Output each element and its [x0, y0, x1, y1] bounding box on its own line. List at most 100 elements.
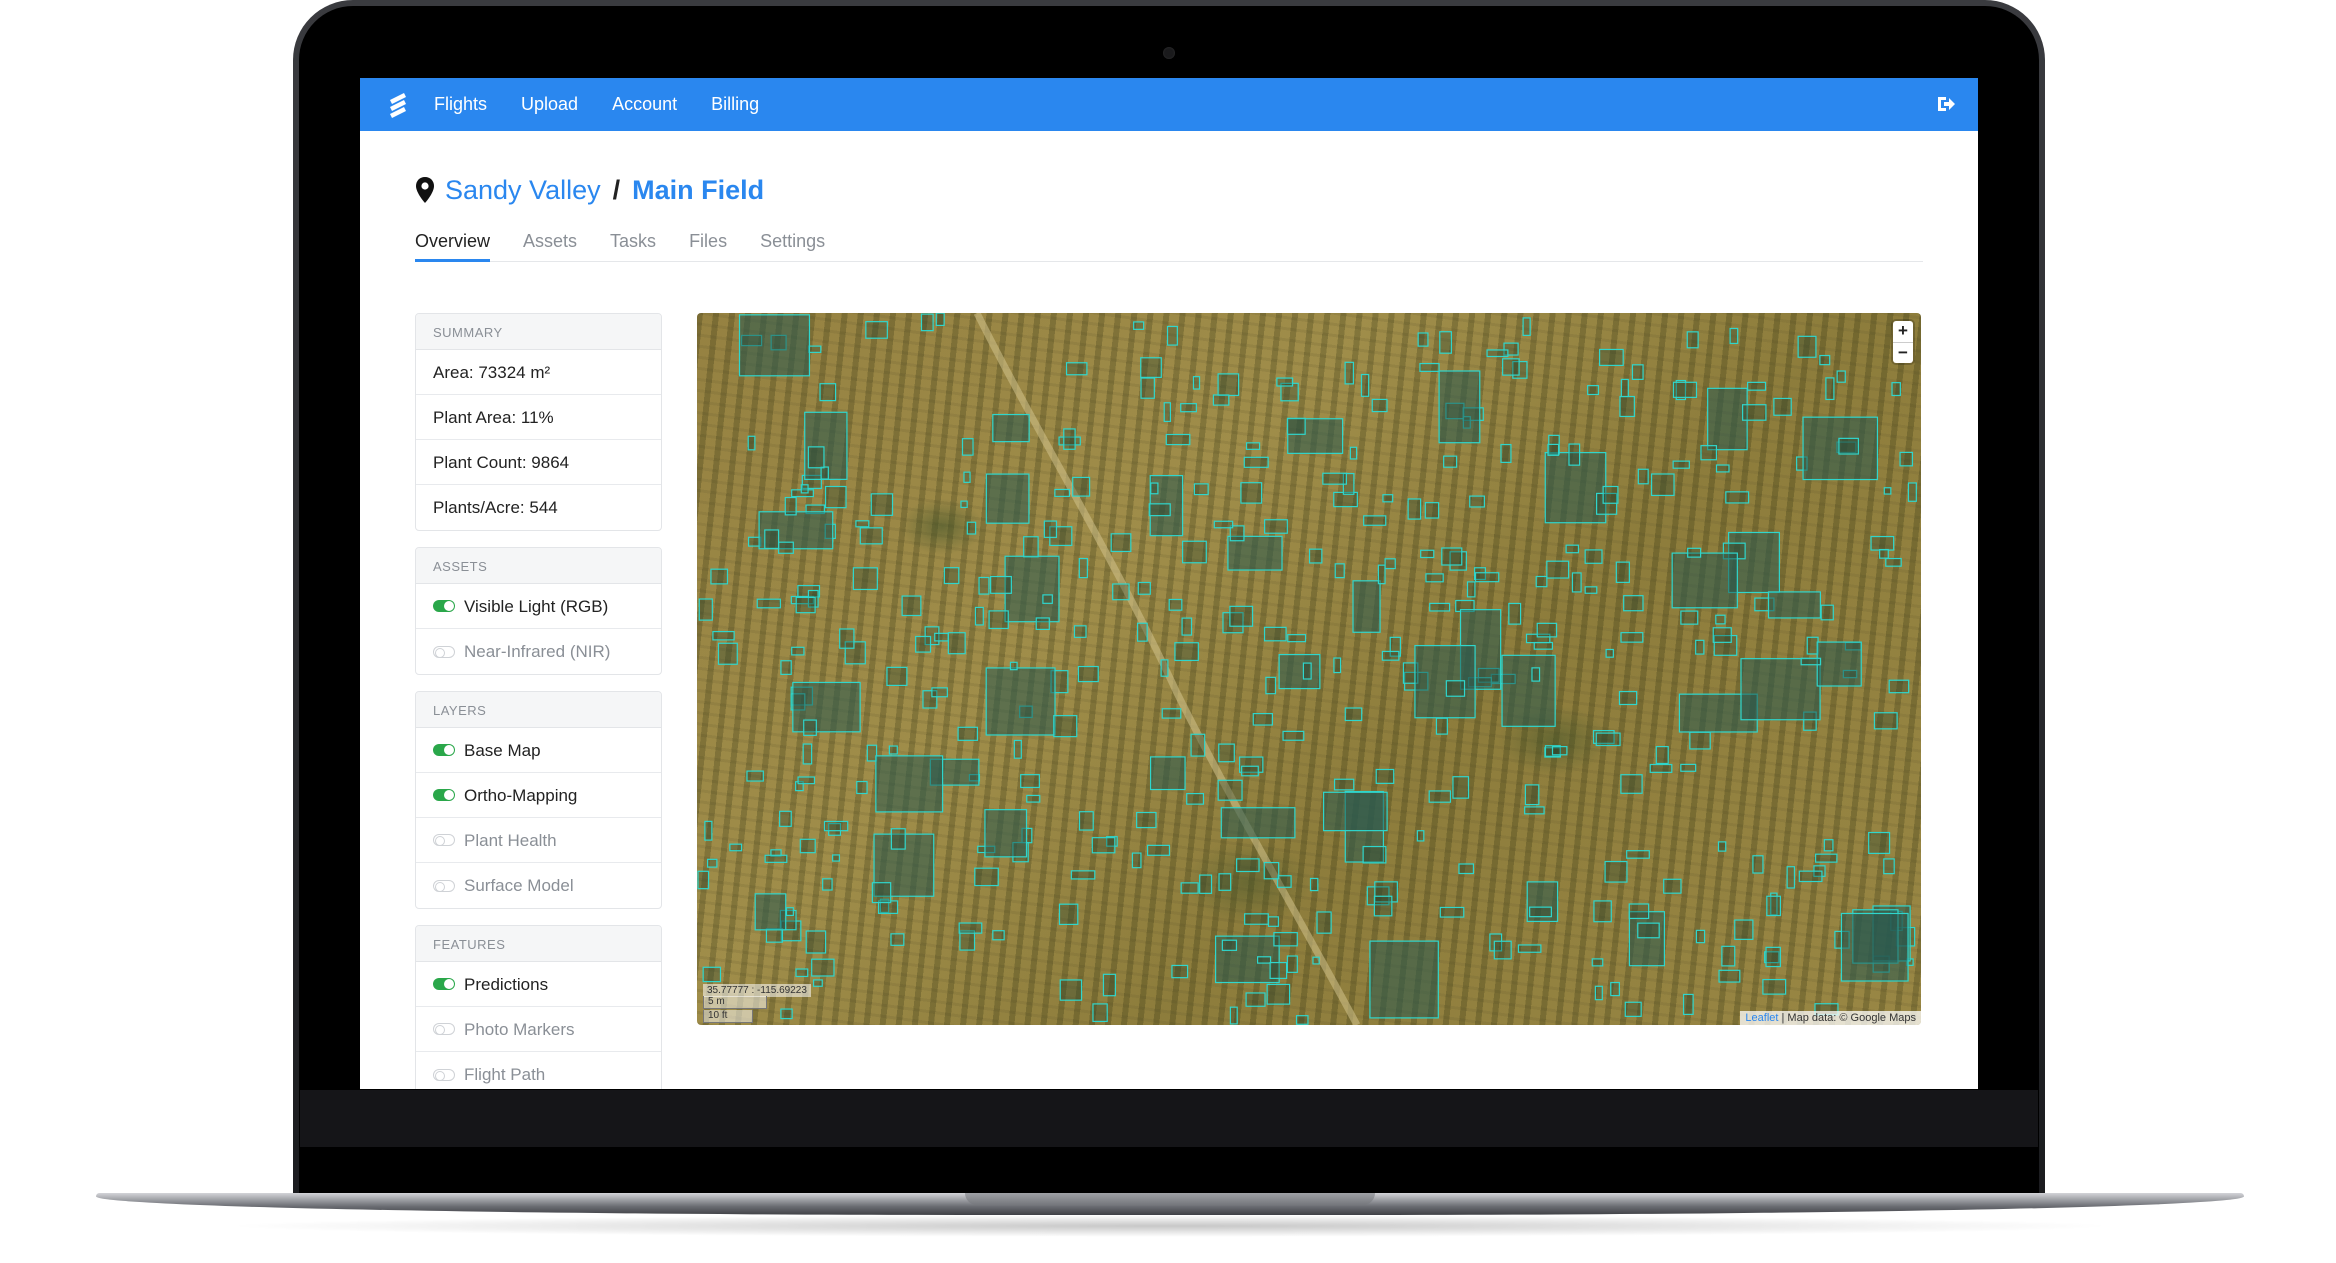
plant-canopy: [1219, 873, 1231, 891]
feature-label: Predictions: [464, 974, 549, 994]
plant-canopy: [936, 313, 945, 326]
plant-canopy: [1439, 371, 1480, 443]
plant-canopy: [1680, 764, 1696, 772]
plant-canopy: [1673, 461, 1690, 469]
asset-toggle-nir[interactable]: Near-Infrared (NIR): [416, 629, 661, 674]
plant-canopy: [1317, 911, 1332, 934]
plant-canopy: [1181, 882, 1199, 894]
plant-canopy: [710, 569, 728, 584]
asset-toggle-rgb[interactable]: Visible Light (RGB): [416, 584, 661, 629]
toggle-off-icon[interactable]: [433, 834, 455, 846]
plant-canopy: [1312, 957, 1320, 964]
plant-canopy: [1063, 428, 1076, 450]
plant-canopy: [992, 930, 1005, 940]
plant-canopy: [1884, 487, 1891, 495]
plant-canopy: [921, 314, 934, 331]
toggle-off-icon[interactable]: [433, 879, 455, 892]
plant-canopy: [1798, 336, 1816, 358]
plant-canopy: [975, 607, 984, 625]
plant-canopy: [803, 744, 812, 764]
logout-icon[interactable]: [1936, 95, 1956, 113]
toggle-on-icon[interactable]: [433, 744, 455, 756]
plant-canopy: [1651, 474, 1675, 496]
layer-label: Base Map: [464, 740, 541, 760]
plant-canopy: [757, 599, 781, 608]
toggle-on-icon[interactable]: [433, 600, 455, 612]
toggle-off-icon[interactable]: [433, 1023, 455, 1035]
plant-canopy: [1701, 445, 1717, 460]
tab-bar: Overview Assets Tasks Files Settings: [415, 219, 1923, 262]
plant-canopy: [796, 597, 816, 613]
toggle-off-icon[interactable]: [433, 1068, 455, 1081]
plant-canopy: [1599, 349, 1624, 366]
plant-canopy: [934, 633, 949, 641]
aerial-map[interactable]: + − 35.77777 : -115.69223 5 m 10 ft Leaf…: [697, 313, 1921, 1025]
plant-canopy: [1768, 591, 1821, 618]
layer-label: Surface Model: [464, 876, 574, 895]
plant-canopy: [1443, 456, 1457, 468]
plant-canopy: [1267, 984, 1290, 1005]
layer-toggle-ortho-mapping[interactable]: Ortho-Mapping: [416, 773, 661, 818]
page-title[interactable]: Main Field: [632, 175, 764, 206]
nav-account[interactable]: Account: [612, 94, 677, 115]
plant-canopy: [1721, 946, 1735, 966]
layer-label: Ortho-Mapping: [464, 785, 578, 805]
nav-upload[interactable]: Upload: [521, 94, 578, 115]
zoom-in-button[interactable]: +: [1893, 321, 1913, 342]
plant-canopy: [1683, 994, 1694, 1015]
layer-toggle-plant-health[interactable]: Plant Health: [416, 818, 661, 863]
toggle-on-icon[interactable]: [433, 789, 455, 801]
breadcrumb-separator: /: [612, 174, 621, 205]
plant-canopy: [1133, 321, 1144, 330]
plant-canopy: [974, 868, 999, 886]
plant-canopy: [1244, 457, 1269, 468]
feature-toggle-photo-markers[interactable]: Photo Markers: [416, 1007, 661, 1052]
breadcrumb-parent-link[interactable]: Sandy Valley: [445, 175, 601, 206]
plant-canopy: [1752, 855, 1763, 874]
plant-canopy: [948, 632, 966, 654]
feature-toggle-flight-path[interactable]: Flight Path: [416, 1052, 661, 1089]
plant-canopy: [1408, 498, 1421, 520]
plant-canopy: [697, 871, 709, 889]
tab-tasks[interactable]: Tasks: [610, 219, 656, 261]
tab-assets[interactable]: Assets: [523, 219, 577, 261]
plant-canopy: [1524, 806, 1545, 814]
zoom-out-button[interactable]: −: [1893, 342, 1913, 363]
plant-canopy: [1191, 734, 1205, 757]
plant-canopy: [803, 720, 817, 736]
page-body: Sandy Valley / Main Field Overview Asset…: [360, 173, 1978, 1089]
lightning-logo-icon[interactable]: [384, 90, 412, 120]
plant-canopy: [984, 809, 1027, 857]
plant-canopy: [1042, 594, 1053, 604]
plant-canopy: [801, 484, 809, 493]
plant-canopy: [1103, 974, 1116, 996]
plant-canopy: [1801, 658, 1821, 665]
plant-canopy: [1246, 992, 1265, 1007]
nav-billing[interactable]: Billing: [711, 94, 759, 115]
layer-toggle-surface-model[interactable]: Surface Model: [416, 863, 661, 908]
leaflet-link[interactable]: Leaflet: [1745, 1012, 1778, 1024]
plant-canopy: [825, 486, 847, 508]
plant-canopy: [1536, 576, 1547, 587]
plant-canopy: [1619, 691, 1637, 705]
plant-canopy: [1199, 875, 1212, 894]
plant-canopy: [1350, 447, 1357, 459]
layer-toggle-base-map[interactable]: Base Map: [416, 728, 661, 773]
asset-label: Visible Light (RGB): [464, 596, 609, 616]
toggle-off-icon[interactable]: [433, 645, 455, 658]
plant-canopy: [1616, 562, 1630, 583]
tab-overview[interactable]: Overview: [415, 219, 491, 262]
feature-toggle-predictions[interactable]: Predictions: [416, 962, 661, 1007]
plant-canopy: [1595, 986, 1603, 1000]
nav-flights[interactable]: Flights: [434, 94, 487, 115]
tab-files[interactable]: Files: [689, 219, 727, 261]
plant-canopy: [1244, 913, 1269, 925]
plant-canopy: [1079, 558, 1088, 578]
plant-canopy: [1619, 396, 1635, 417]
plant-canopy: [1138, 582, 1151, 595]
tab-settings[interactable]: Settings: [760, 219, 825, 261]
plant-canopy: [1725, 491, 1749, 503]
plant-canopy: [1323, 792, 1388, 831]
plant-canopy: [1837, 371, 1846, 383]
toggle-on-icon[interactable]: [433, 978, 455, 990]
